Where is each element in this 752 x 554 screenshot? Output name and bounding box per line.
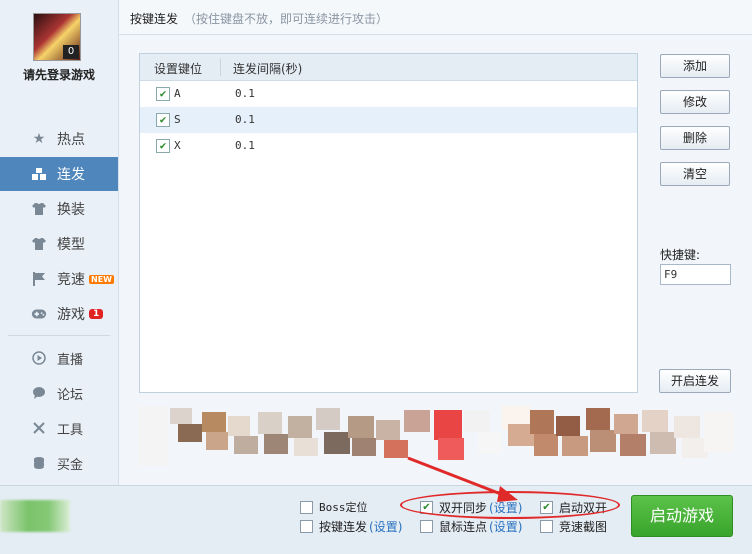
sidebar-item-games[interactable]: 游戏 1 (0, 297, 118, 331)
sidebar-item-label: 直播 (57, 352, 84, 368)
chat-bubble-icon (31, 385, 47, 401)
sidebar-item-label: 买金 (57, 457, 84, 473)
blurred-banner (138, 402, 738, 474)
table-row[interactable]: ✔ X 0.1 (140, 133, 637, 159)
table-row[interactable]: ✔ A 0.1 (140, 81, 637, 107)
option-race-screenshot[interactable]: 竞速截图 (540, 518, 607, 535)
column-header-key: 设置键位 (154, 62, 203, 76)
checkbox[interactable] (300, 520, 313, 533)
annotation-oval (400, 491, 620, 519)
checkbox[interactable] (540, 520, 553, 533)
delete-button[interactable]: 删除 (660, 126, 730, 150)
sidebar-item-forum[interactable]: 论坛 (0, 376, 118, 410)
blocks-icon (31, 166, 47, 182)
sidebar-item-race[interactable]: 竞速 NEW (0, 262, 118, 296)
shirt-icon (31, 201, 47, 217)
tools-icon (31, 420, 47, 436)
option-boss-locate[interactable]: Boss定位 (300, 499, 368, 515)
row-key: S (174, 113, 181, 126)
clear-button[interactable]: 清空 (660, 162, 730, 186)
new-badge: NEW (89, 274, 114, 284)
sidebar-divider (8, 335, 110, 336)
sidebar-item-label: 模型 (57, 237, 85, 253)
sidebar-item-tools[interactable]: 工具 (0, 411, 118, 445)
sidebar-item-hot[interactable]: ★ 热点 (0, 122, 118, 156)
flag-icon (31, 271, 47, 287)
sidebar-item-label: 竞速 (57, 272, 85, 288)
login-prompt[interactable]: 请先登录游戏 (0, 66, 118, 83)
hotkey-input[interactable]: F9 (660, 264, 731, 285)
tshirt-icon (31, 236, 47, 252)
key-burst-table: 设置键位 连发间隔(秒) ✔ A 0.1 ✔ S 0.1 ✔ X 0.1 (139, 53, 638, 393)
option-label: 竞速截图 (559, 520, 608, 534)
sidebar-item-label: 论坛 (57, 387, 84, 403)
row-checkbox[interactable]: ✔ (156, 87, 170, 101)
settings-link[interactable]: (设置) (369, 518, 402, 535)
start-game-button[interactable]: 启动游戏 (631, 495, 733, 537)
sidebar-item-label: 热点 (57, 132, 85, 148)
column-header-interval: 连发间隔(秒) (233, 62, 303, 76)
start-burst-button[interactable]: 开启连发 (659, 369, 731, 393)
hotkey-label: 快捷键: (660, 248, 701, 262)
row-interval: 0.1 (235, 139, 255, 152)
settings-link[interactable]: (设置) (489, 518, 522, 535)
sidebar-item-label: 工具 (57, 422, 84, 438)
sidebar-item-live[interactable]: 直播 (0, 341, 118, 375)
option-label: 鼠标连点 (439, 520, 488, 534)
bottom-toolbar: Boss定位 按键连发 (设置) ✔ 双开同步 (设置) 鼠标连点 (设置) ✔… (0, 485, 752, 554)
sidebar-item-label: 游戏 (57, 307, 85, 323)
row-key: X (174, 139, 181, 152)
row-interval: 0.1 (235, 87, 255, 100)
option-label: Boss定位 (319, 501, 368, 514)
panel-header: 按键连发 （按住键盘不放，即可连续进行攻击） (119, 0, 752, 35)
blurred-logo (0, 500, 70, 532)
option-label: 按键连发 (319, 520, 368, 534)
sidebar-item-model[interactable]: 模型 (0, 227, 118, 261)
add-button[interactable]: 添加 (660, 54, 730, 78)
avatar-badge: 0 (63, 45, 79, 59)
sidebar-item-label: 换装 (57, 202, 85, 218)
table-header: 设置键位 连发间隔(秒) (140, 54, 637, 81)
page-hint: （按住键盘不放，即可连续进行攻击） (184, 12, 389, 26)
coins-icon (31, 455, 47, 471)
play-circle-icon (31, 350, 47, 366)
sidebar-item-label: 连发 (57, 167, 85, 183)
gamepad-icon (31, 306, 47, 322)
sidebar-item-burst[interactable]: 连发 (0, 157, 118, 191)
sidebar-item-outfit[interactable]: 换装 (0, 192, 118, 226)
sidebar: 0 请先登录游戏 ★ 热点 连发 换装 模型 竞速 NEW 游戏 1 直播 论坛… (0, 0, 119, 485)
row-checkbox[interactable]: ✔ (156, 113, 170, 127)
checkbox[interactable] (420, 520, 433, 533)
table-row[interactable]: ✔ S 0.1 (140, 107, 637, 133)
option-mouse-click[interactable]: 鼠标连点 (设置) (420, 518, 522, 535)
column-divider (220, 58, 221, 76)
sidebar-item-buy-gold[interactable]: 买金 (0, 446, 118, 480)
row-key: A (174, 87, 181, 100)
row-checkbox[interactable]: ✔ (156, 139, 170, 153)
edit-button[interactable]: 修改 (660, 90, 730, 114)
row-interval: 0.1 (235, 113, 255, 126)
count-badge: 1 (89, 309, 104, 319)
checkbox[interactable] (300, 500, 313, 514)
page-title: 按键连发 (130, 12, 179, 26)
option-key-burst[interactable]: 按键连发 (设置) (300, 518, 402, 535)
star-icon: ★ (32, 131, 46, 147)
